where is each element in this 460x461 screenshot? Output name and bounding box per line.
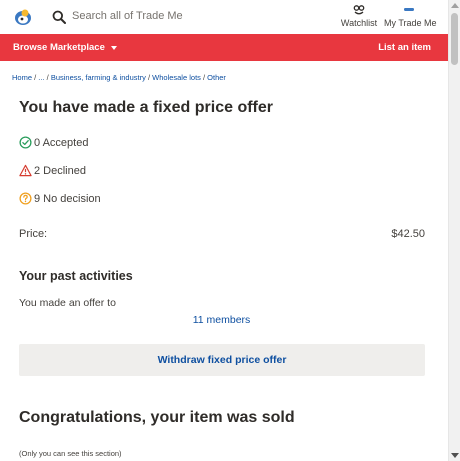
declined-status: 2 Declined <box>19 164 86 177</box>
search-input[interactable]: Search all of Trade Me <box>72 10 183 22</box>
my-trade-me-button[interactable]: My Trade Me <box>384 4 437 28</box>
price-value: $42.50 <box>391 228 425 240</box>
private-section-note: (Only you can see this section) <box>19 449 122 458</box>
list-an-item-button[interactable]: List an item <box>378 42 431 53</box>
declined-count: 2 Declined <box>34 164 86 177</box>
scroll-up-icon[interactable] <box>451 3 459 8</box>
accepted-status: 0 Accepted <box>19 136 88 149</box>
withdraw-offer-button[interactable]: Withdraw fixed price offer <box>19 344 425 376</box>
scrollbar-thumb[interactable] <box>451 13 458 65</box>
page: Search all of Trade Me Watchlist My Trad… <box>0 0 448 461</box>
offer-title: You have made a fixed price offer <box>19 99 274 116</box>
breadcrumb-current[interactable]: Other <box>207 73 226 82</box>
no-decision-status: 9 No decision <box>19 192 101 205</box>
warning-triangle-icon <box>19 164 32 177</box>
breadcrumb-subcategory[interactable]: Wholesale lots <box>152 73 201 82</box>
question-circle-icon <box>19 192 32 205</box>
my-trade-me-label: My Trade Me <box>384 18 437 28</box>
breadcrumb: Home / ... / Business, farming & industr… <box>12 73 226 82</box>
watchlist-button[interactable]: Watchlist <box>338 4 380 28</box>
trademe-logo-icon[interactable] <box>13 7 33 27</box>
offer-description: You made an offer to <box>19 297 116 309</box>
chevron-down-icon[interactable] <box>111 46 117 50</box>
price-label: Price: <box>19 228 48 240</box>
search-icon[interactable] <box>52 10 66 24</box>
scroll-down-icon[interactable] <box>451 453 459 458</box>
no-decision-count: 9 No decision <box>34 192 101 205</box>
watchlist-label: Watchlist <box>340 18 378 28</box>
item-sold-heading: Congratulations, your item was sold <box>19 409 295 426</box>
accepted-count: 0 Accepted <box>34 136 89 149</box>
check-circle-icon <box>19 136 32 149</box>
past-activities-heading: Your past activities <box>19 269 133 283</box>
browse-marketplace-button[interactable]: Browse Marketplace <box>13 42 105 53</box>
breadcrumb-category[interactable]: Business, farming & industry <box>51 73 146 82</box>
my-trade-me-icon <box>404 8 414 11</box>
watchlist-icon <box>353 5 365 15</box>
members-link[interactable]: 11 members <box>0 314 443 326</box>
site-header: Search all of Trade Me Watchlist My Trad… <box>0 0 448 34</box>
page-scrollbar[interactable] <box>448 0 460 461</box>
breadcrumb-home[interactable]: Home <box>12 73 32 82</box>
main-nav: Browse Marketplace List an item <box>0 34 448 61</box>
